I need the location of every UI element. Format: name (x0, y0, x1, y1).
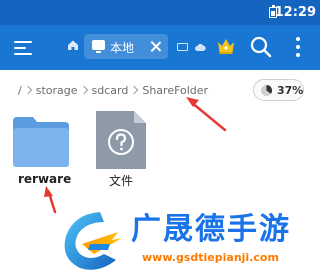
more-icon[interactable] (296, 37, 300, 57)
close-icon[interactable] (149, 40, 162, 53)
breadcrumb: / storage sdcard ShareFolder (18, 82, 208, 98)
crown-icon[interactable] (216, 37, 236, 55)
window-icon[interactable] (177, 43, 188, 51)
tab-local[interactable]: 本地 (84, 34, 168, 59)
breadcrumb-sdcard[interactable]: sdcard (92, 84, 129, 97)
file-name[interactable]: 文件 (109, 172, 133, 189)
tablet-icon (92, 40, 105, 53)
watermark-logo (64, 212, 122, 270)
tab-label: 本地 (110, 41, 135, 55)
annotation-arrow-sharefolder (189, 100, 227, 132)
watermark-url: www.gsdtiepianji.com (142, 251, 279, 264)
status-bar: 12:29 (0, 0, 320, 25)
status-time: 12:29 (274, 5, 316, 20)
breadcrumb-root[interactable]: / (18, 84, 22, 97)
annotation-arrow-folder (47, 191, 57, 214)
toolbar: 本地 (0, 25, 320, 70)
chevron-right-icon (130, 85, 139, 95)
menu-icon[interactable] (14, 39, 34, 57)
pie-chart-icon (261, 85, 272, 96)
cloud-icon[interactable] (195, 43, 206, 52)
question-icon[interactable] (96, 111, 146, 169)
storage-usage-badge[interactable]: 37% (253, 79, 304, 101)
breadcrumb-storage[interactable]: storage (36, 84, 78, 97)
home-icon[interactable] (67, 39, 79, 51)
watermark-title: 广晟德手游 (131, 212, 291, 247)
storage-percent: 37% (277, 84, 304, 97)
chevron-right-icon (23, 85, 32, 95)
annotation-arrowhead (44, 186, 53, 197)
breadcrumb-sharefolder[interactable]: ShareFolder (142, 84, 208, 97)
folder-icon[interactable] (13, 117, 69, 167)
annotation-arrowhead (186, 97, 199, 107)
search-icon[interactable] (250, 36, 272, 58)
file-name[interactable]: rerware (18, 172, 71, 186)
chevron-right-icon (79, 85, 88, 95)
